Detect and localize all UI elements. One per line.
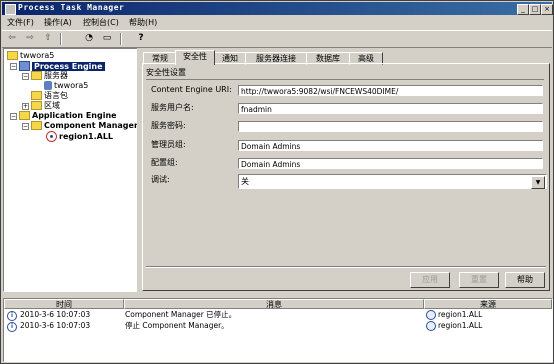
service-password-label: 服务密码:: [151, 121, 186, 130]
service-password-field[interactable]: [238, 121, 543, 132]
help-button[interactable]: 帮助: [505, 272, 545, 288]
info-icon: i: [7, 311, 17, 321]
minimize-button[interactable]: _: [517, 4, 529, 15]
navigation-tree: twwora5 − Process Engine − 服务器 twwora5 语…: [3, 48, 138, 292]
window-title: Process Task Manager: [18, 3, 125, 12]
collapse-toggle[interactable]: −: [22, 123, 29, 130]
window-icon[interactable]: ▭: [100, 33, 114, 44]
server-icon: [44, 81, 52, 90]
table-row[interactable]: i 2010-3-6 10:07:03 Component Manager 已停…: [4, 310, 552, 321]
section-title: 安全性设置: [146, 67, 544, 80]
tab-security[interactable]: 安全性: [175, 50, 215, 65]
security-tab-content: 安全性设置 Content Engine URI: http://twwora5…: [142, 63, 550, 291]
toolbar-separator: [60, 33, 62, 45]
log-source: region1.ALL: [426, 310, 482, 320]
process-engine-icon: [19, 61, 30, 71]
config-group-field[interactable]: Domain Admins: [238, 158, 543, 169]
tree-node-process-engine[interactable]: − Process Engine: [10, 61, 105, 71]
tree-node-servers[interactable]: − 服务器: [22, 71, 68, 81]
log-message: 停止 Component Manager。: [125, 321, 229, 330]
folder-icon: [31, 101, 42, 110]
help-icon[interactable]: ?: [134, 33, 148, 44]
properties-panel: 常规 安全性 通知 服务器连接 数据库 高级 安全性设置 Content Eng…: [141, 48, 551, 296]
tree-label-selected: Process Engine: [32, 61, 105, 71]
app-window: Process Task Manager _ □ × 文件(F) 操作(A) 控…: [0, 0, 554, 364]
folder-icon: [7, 51, 18, 60]
connect-icon[interactable]: ◔: [82, 33, 96, 44]
tree-node-language-pack[interactable]: 语言包: [31, 91, 68, 101]
log-table: 时间 消息 来源 i 2010-3-6 10:07:03 Component M…: [3, 298, 553, 362]
app-icon: [5, 4, 16, 15]
folder-icon: [31, 121, 42, 130]
menu-action[interactable]: 操作(A): [44, 17, 72, 28]
collapse-toggle[interactable]: −: [10, 113, 17, 120]
column-header-message[interactable]: 消息: [124, 299, 424, 309]
column-header-source[interactable]: 来源: [424, 299, 552, 309]
chevron-down-icon[interactable]: ▼: [531, 176, 545, 189]
info-icon: i: [7, 322, 17, 332]
tree-node-application-engine[interactable]: − Application Engine: [10, 111, 117, 121]
toolbar-separator: [120, 33, 122, 45]
folder-icon: [31, 71, 42, 80]
expand-toggle[interactable]: +: [22, 103, 29, 110]
tree-node-root[interactable]: twwora5: [7, 51, 54, 61]
collapse-toggle[interactable]: −: [22, 73, 29, 80]
region-icon: [426, 321, 436, 331]
back-icon[interactable]: ⇦: [5, 33, 19, 44]
divider: [146, 266, 546, 268]
log-message: Component Manager 已停止。: [125, 310, 237, 319]
apply-button[interactable]: 应用: [410, 272, 450, 288]
menu-help[interactable]: 帮助(H): [129, 17, 157, 28]
tree-node-region-all[interactable]: region1.ALL: [46, 131, 113, 142]
forward-icon[interactable]: ⇨: [23, 33, 37, 44]
maximize-button[interactable]: □: [529, 4, 541, 15]
menu-console[interactable]: 控制台(C): [83, 17, 119, 28]
debug-select-value: 关: [241, 177, 249, 186]
admin-group-label: 管理员组:: [151, 140, 186, 149]
tree-node-component-manager[interactable]: − Component Manager: [22, 121, 138, 131]
table-row[interactable]: i 2010-3-6 10:07:03 停止 Component Manager…: [4, 321, 552, 332]
column-header-time[interactable]: 时间: [4, 299, 124, 309]
title-bar[interactable]: Process Task Manager _ □ ×: [2, 2, 553, 15]
toolbar: ⇦ ⇨ ⇧ ◔ ▭ ?: [2, 30, 552, 48]
up-icon[interactable]: ⇧: [41, 33, 55, 44]
content-engine-uri-label: Content Engine URI:: [151, 85, 232, 94]
region-icon: [46, 131, 57, 142]
collapse-toggle[interactable]: −: [10, 63, 17, 70]
splitter[interactable]: [137, 48, 140, 294]
admin-group-field[interactable]: Domain Admins: [238, 140, 543, 151]
log-source: region1.ALL: [426, 321, 482, 331]
tree-node-region[interactable]: + 区域: [22, 101, 60, 111]
menu-file[interactable]: 文件(F): [7, 17, 34, 28]
service-username-field[interactable]: fnadmin: [238, 103, 543, 114]
config-group-label: 配置组:: [151, 158, 178, 167]
log-time: 2010-3-6 10:07:03: [20, 310, 91, 319]
region-icon: [426, 310, 436, 320]
tree-node-server[interactable]: twwora5: [44, 81, 88, 91]
reset-button[interactable]: 重置: [459, 272, 499, 288]
log-time: 2010-3-6 10:07:03: [20, 321, 91, 330]
close-button[interactable]: ×: [541, 4, 553, 15]
folder-icon: [19, 111, 30, 120]
debug-label: 调试:: [151, 175, 170, 184]
debug-select[interactable]: 关 ▼: [238, 174, 547, 189]
service-username-label: 服务用户名:: [151, 103, 194, 112]
content-engine-uri-field[interactable]: http://twwora5:9082/wsi/FNCEWS40DIME/: [238, 85, 543, 96]
menu-bar: 文件(F) 操作(A) 控制台(C) 帮助(H): [2, 16, 552, 29]
folder-icon: [31, 91, 42, 100]
